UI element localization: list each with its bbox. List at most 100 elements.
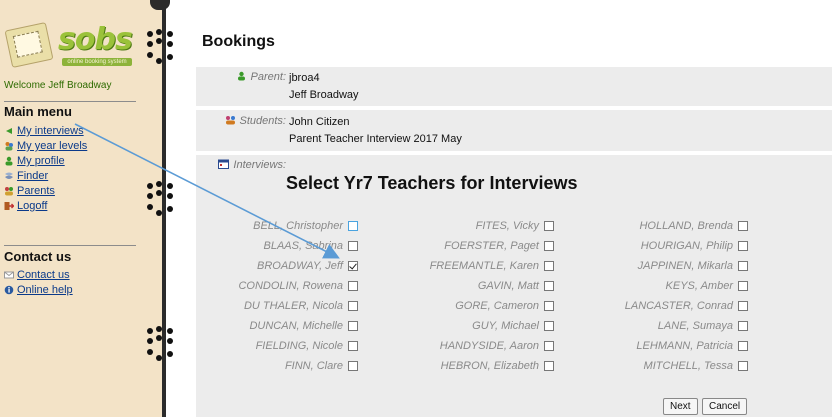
teacher-option[interactable]: LANE, Sumaya: [578, 318, 748, 334]
interviews-heading: Select Yr7 Teachers for Interviews: [286, 173, 578, 193]
menu-link-logoff[interactable]: Logoff: [17, 200, 47, 212]
green-arrow-icon: [6, 128, 12, 134]
teacher-checkbox[interactable]: [348, 241, 358, 251]
event-name: Parent Teacher Interview 2017 May: [289, 133, 462, 145]
teacher-option[interactable]: KEYS, Amber: [578, 278, 748, 294]
teacher-option[interactable]: LANCASTER, Conrad: [578, 298, 748, 314]
binder-ring: [147, 204, 177, 226]
teacher-name: MITCHELL, Tessa: [643, 360, 733, 372]
teacher-name: KEYS, Amber: [665, 280, 733, 292]
teacher-option[interactable]: BROADWAY, Jeff: [198, 258, 358, 274]
teacher-name: LEHMANN, Patricia: [636, 340, 733, 352]
divider: [4, 101, 136, 102]
teacher-option[interactable]: GAVIN, Matt: [374, 278, 554, 294]
teacher-option[interactable]: FITES, Vicky: [374, 218, 554, 234]
teacher-option[interactable]: DU THALER, Nicola: [198, 298, 358, 314]
teacher-checkbox[interactable]: [348, 281, 358, 291]
teacher-option[interactable]: GORE, Cameron: [374, 298, 554, 314]
menu-item-my-year-levels[interactable]: My year levels: [4, 139, 87, 153]
teacher-checkbox[interactable]: [738, 321, 748, 331]
parent-icon: [237, 71, 245, 81]
teacher-option[interactable]: FINN, Clare: [198, 358, 358, 374]
teacher-checkbox[interactable]: [738, 261, 748, 271]
teacher-name: GAVIN, Matt: [477, 280, 539, 292]
menu-item-contact-us[interactable]: Contact us: [4, 268, 70, 282]
teacher-checkbox[interactable]: [544, 241, 554, 251]
menu-item-finder[interactable]: Finder: [4, 169, 48, 183]
menu-link-my-profile[interactable]: My profile: [17, 155, 65, 167]
menu-link-contact-us[interactable]: Contact us: [17, 269, 70, 281]
menu-item-logoff[interactable]: Logoff: [4, 199, 47, 213]
logoff-icon: [4, 202, 14, 210]
teacher-name: HEBRON, Elizabeth: [440, 360, 539, 372]
teacher-option[interactable]: DUNCAN, Michelle: [198, 318, 358, 334]
parents-icon: [5, 187, 13, 196]
teacher-checkbox[interactable]: [544, 321, 554, 331]
binder-ring: [147, 326, 177, 348]
menu-item-parents[interactable]: Parents: [4, 184, 55, 198]
teacher-checkbox[interactable]: [348, 321, 358, 331]
teacher-option[interactable]: FOERSTER, Paget: [374, 238, 554, 254]
teacher-name: FOERSTER, Paget: [444, 240, 539, 252]
teacher-option[interactable]: HANDYSIDE, Aaron: [374, 338, 554, 354]
menu-link-parents[interactable]: Parents: [17, 185, 55, 197]
teacher-checkbox[interactable]: [738, 361, 748, 371]
menu-link-my-year-levels[interactable]: My year levels: [17, 140, 87, 152]
teacher-checkbox[interactable]: [738, 241, 748, 251]
teacher-option[interactable]: CONDOLIN, Rowena: [198, 278, 358, 294]
teacher-checkbox[interactable]: [348, 261, 358, 271]
teacher-name: FITES, Vicky: [475, 220, 539, 232]
binder-clip: [150, 0, 170, 10]
teacher-option[interactable]: GUY, Michael: [374, 318, 554, 334]
teacher-option[interactable]: FREEMANTLE, Karen: [374, 258, 554, 274]
sobs-logo[interactable]: sobs online booking system: [4, 22, 136, 68]
finder-icon: [5, 172, 13, 179]
teacher-name: GUY, Michael: [472, 320, 539, 332]
interviews-label: Interviews:: [233, 159, 286, 171]
parent-label-wrap: Parent:: [196, 71, 286, 83]
teacher-checkbox[interactable]: [544, 301, 554, 311]
teacher-checkbox[interactable]: [348, 301, 358, 311]
teacher-option[interactable]: BELL, Christopher: [198, 218, 358, 234]
teacher-name: HANDYSIDE, Aaron: [439, 340, 539, 352]
cancel-button[interactable]: Cancel: [702, 398, 748, 415]
teacher-checkbox[interactable]: [544, 361, 554, 371]
teacher-option[interactable]: FIELDING, Nicole: [198, 338, 358, 354]
students-label: Students:: [239, 115, 286, 127]
teacher-option[interactable]: HOLLAND, Brenda: [578, 218, 748, 234]
teacher-checkbox[interactable]: [348, 361, 358, 371]
menu-item-my-profile[interactable]: My profile: [4, 154, 65, 168]
menu-item-online-help[interactable]: Online help: [4, 283, 73, 297]
teacher-name: HOURIGAN, Philip: [640, 240, 733, 252]
teacher-option[interactable]: MITCHELL, Tessa: [578, 358, 748, 374]
brand-tagline: online booking system: [62, 58, 132, 66]
students-label-wrap: Students:: [196, 115, 286, 127]
binder-ring: [147, 52, 177, 74]
teacher-checkbox[interactable]: [544, 341, 554, 351]
teacher-name: DUNCAN, Michelle: [249, 320, 343, 332]
teacher-checkbox[interactable]: [544, 221, 554, 231]
menu-link-my-interviews[interactable]: My interviews: [17, 125, 84, 137]
next-button[interactable]: Next: [663, 398, 698, 415]
teacher-checkbox[interactable]: [738, 281, 748, 291]
menu-link-online-help[interactable]: Online help: [17, 284, 73, 296]
people-icon: [5, 142, 13, 151]
divider: [4, 245, 136, 246]
teacher-option[interactable]: LEHMANN, Patricia: [578, 338, 748, 354]
teacher-option[interactable]: HOURIGAN, Philip: [578, 238, 748, 254]
teacher-checkbox[interactable]: [738, 221, 748, 231]
teacher-checkbox[interactable]: [738, 301, 748, 311]
teacher-option[interactable]: HEBRON, Elizabeth: [374, 358, 554, 374]
menu-link-finder[interactable]: Finder: [17, 170, 48, 182]
teacher-checkbox[interactable]: [544, 261, 554, 271]
book-icon: [4, 22, 54, 68]
teacher-checkbox[interactable]: [348, 341, 358, 351]
teacher-option[interactable]: JAPPINEN, Mikarla: [578, 258, 748, 274]
teacher-checkbox[interactable]: [738, 341, 748, 351]
teacher-option[interactable]: BLAAS, Sabrina: [198, 238, 358, 254]
binder-ring: [147, 349, 177, 371]
teacher-name: LANCASTER, Conrad: [624, 300, 733, 312]
menu-item-my-interviews[interactable]: My interviews: [4, 124, 84, 138]
teacher-checkbox[interactable]: [348, 221, 358, 231]
teacher-checkbox[interactable]: [544, 281, 554, 291]
